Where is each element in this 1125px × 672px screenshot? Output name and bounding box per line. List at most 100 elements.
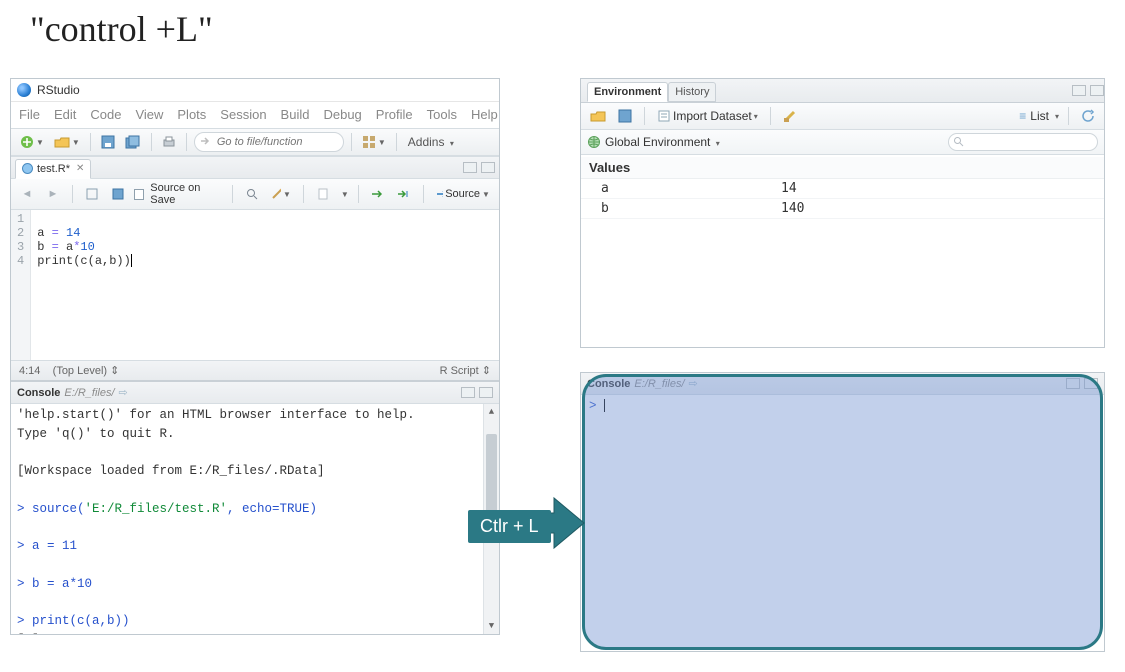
- rstudio-window: RStudio File Edit Code View Plots Sessio…: [10, 78, 500, 635]
- console-goto-icon[interactable]: ⇨: [119, 386, 128, 399]
- var-value: 14: [781, 181, 797, 196]
- clear-env-button[interactable]: [780, 106, 800, 126]
- menu-build[interactable]: Build: [281, 107, 310, 122]
- window-titlebar: RStudio: [11, 79, 499, 101]
- language-label[interactable]: R Script ⇕: [440, 364, 491, 377]
- env-section-values: Values: [581, 157, 1104, 179]
- app-name: RStudio: [37, 83, 80, 97]
- code-text: a = 14 b = a*10 print(c(a,b)): [31, 210, 499, 360]
- console-title: Console: [587, 378, 630, 390]
- console-line: [17, 481, 495, 500]
- forward-button[interactable]: ►: [43, 184, 63, 204]
- source-tab[interactable]: test.R* ✕: [15, 159, 91, 179]
- source-button[interactable]: Source ▼: [433, 184, 493, 204]
- goto-arrow-icon: [199, 135, 211, 147]
- environment-pane: Environment History Import Dataset ▾ ≡ L…: [580, 78, 1105, 348]
- console-line: [1] 11 110: [17, 631, 495, 634]
- r-file-icon: [22, 163, 33, 174]
- print-button[interactable]: [159, 132, 179, 152]
- minimize-icon[interactable]: [461, 387, 475, 398]
- rerun-button[interactable]: [394, 184, 414, 204]
- save-env-button[interactable]: [615, 106, 635, 126]
- shortcut-label: Ctlr + L: [468, 510, 551, 543]
- slide-title: "control +L": [30, 8, 213, 50]
- minimize-icon[interactable]: [463, 162, 477, 173]
- env-tab-row: Environment History: [581, 79, 1104, 103]
- menu-profile[interactable]: Profile: [376, 107, 413, 122]
- maximize-icon[interactable]: [1084, 378, 1098, 389]
- scroll-down-icon[interactable]: ▼: [484, 618, 499, 634]
- close-icon[interactable]: ✕: [76, 163, 84, 174]
- source-statusbar: 4:14 (Top Level) ⇕ R Script ⇕: [11, 360, 499, 380]
- minimize-icon[interactable]: [1072, 85, 1086, 96]
- menu-session[interactable]: Session: [220, 107, 266, 122]
- console-pane-left: Console E:/R_files/ ⇨ 'help.start()' for…: [11, 380, 499, 634]
- console-line: > b = a*10: [17, 575, 495, 594]
- back-button[interactable]: ◄: [17, 184, 37, 204]
- new-file-button[interactable]: ▼: [17, 132, 47, 152]
- console-path: E:/R_files/: [634, 378, 684, 390]
- source-button-label: Source: [445, 188, 480, 200]
- menu-edit[interactable]: Edit: [54, 107, 76, 122]
- maximize-icon[interactable]: [479, 387, 493, 398]
- goto-file-wrapper: [194, 132, 344, 152]
- wand-button[interactable]: ▼: [268, 184, 294, 204]
- console-title: Console: [17, 387, 60, 399]
- maximize-icon[interactable]: [481, 162, 495, 173]
- scroll-up-icon[interactable]: ▲: [484, 404, 499, 420]
- save-all-button[interactable]: [122, 132, 144, 152]
- tab-history[interactable]: History: [668, 82, 716, 102]
- env-row[interactable]: a 14: [581, 179, 1104, 199]
- save-button[interactable]: [98, 132, 118, 152]
- menu-tools[interactable]: Tools: [427, 107, 457, 122]
- console-line: 'help.start()' for an HTML browser inter…: [17, 406, 495, 425]
- open-project-button[interactable]: ▼: [51, 132, 83, 152]
- code-editor[interactable]: 1 2 3 4 a = 14 b = a*10 print(c(a,b)): [11, 210, 499, 360]
- env-search-input[interactable]: [948, 133, 1098, 151]
- refresh-button[interactable]: [1078, 106, 1098, 126]
- scope-selector[interactable]: Global Environment ▾: [605, 135, 720, 149]
- source-toolbar: ◄ ► Source on Save ▼ ▼: [11, 179, 499, 210]
- pane-window-controls: [1066, 378, 1098, 389]
- console-line: > source('E:/R_files/test.R', echo=TRUE): [17, 500, 495, 519]
- menu-debug[interactable]: Debug: [323, 107, 361, 122]
- maximize-icon[interactable]: [1090, 85, 1104, 96]
- find-button[interactable]: [242, 184, 262, 204]
- grid-view-button[interactable]: ▼: [359, 132, 389, 152]
- menu-view[interactable]: View: [135, 107, 163, 122]
- env-row[interactable]: b 140: [581, 199, 1104, 219]
- goto-file-input[interactable]: [194, 132, 344, 152]
- menubar: File Edit Code View Plots Session Build …: [11, 101, 499, 128]
- open-env-button[interactable]: [587, 106, 609, 126]
- save-script-button[interactable]: [108, 184, 128, 204]
- report-button[interactable]: [313, 184, 333, 204]
- import-dataset-label: Import Dataset: [673, 109, 752, 123]
- console-prompt: >: [589, 399, 604, 413]
- rstudio-logo-icon: [17, 83, 31, 97]
- console-path: E:/R_files/: [64, 387, 114, 399]
- menu-file[interactable]: File: [19, 107, 40, 122]
- console-goto-icon[interactable]: ⇨: [689, 377, 698, 390]
- popout-button[interactable]: [82, 184, 102, 204]
- console-output-right[interactable]: >: [581, 395, 1104, 417]
- import-dataset-button[interactable]: Import Dataset ▾: [654, 106, 761, 126]
- tab-environment[interactable]: Environment: [587, 82, 668, 102]
- cursor-position: 4:14: [19, 365, 40, 377]
- dropdown-icon[interactable]: ▼: [341, 190, 349, 199]
- addins-menu[interactable]: Addins ▾: [404, 133, 458, 151]
- console-line: [17, 594, 495, 613]
- menu-plots[interactable]: Plots: [177, 107, 206, 122]
- console-header-right: Console E:/R_files/ ⇨: [581, 373, 1104, 395]
- menu-code[interactable]: Code: [90, 107, 121, 122]
- menu-help[interactable]: Help: [471, 107, 498, 122]
- env-toolbar: Import Dataset ▾ ≡ List ▾: [581, 103, 1104, 130]
- list-view-toggle[interactable]: ≡ List ▾: [1019, 109, 1059, 123]
- minimize-icon[interactable]: [1066, 378, 1080, 389]
- run-button[interactable]: [368, 184, 388, 204]
- console-output-left[interactable]: 'help.start()' for an HTML browser inter…: [11, 404, 499, 634]
- source-tab-label: test.R*: [37, 163, 70, 175]
- scope-label[interactable]: (Top Level) ⇕: [53, 365, 120, 377]
- console-window-controls: [461, 387, 493, 398]
- source-on-save-checkbox[interactable]: [134, 189, 144, 200]
- source-pane: test.R* ✕ ◄ ► Source on Save: [11, 156, 499, 380]
